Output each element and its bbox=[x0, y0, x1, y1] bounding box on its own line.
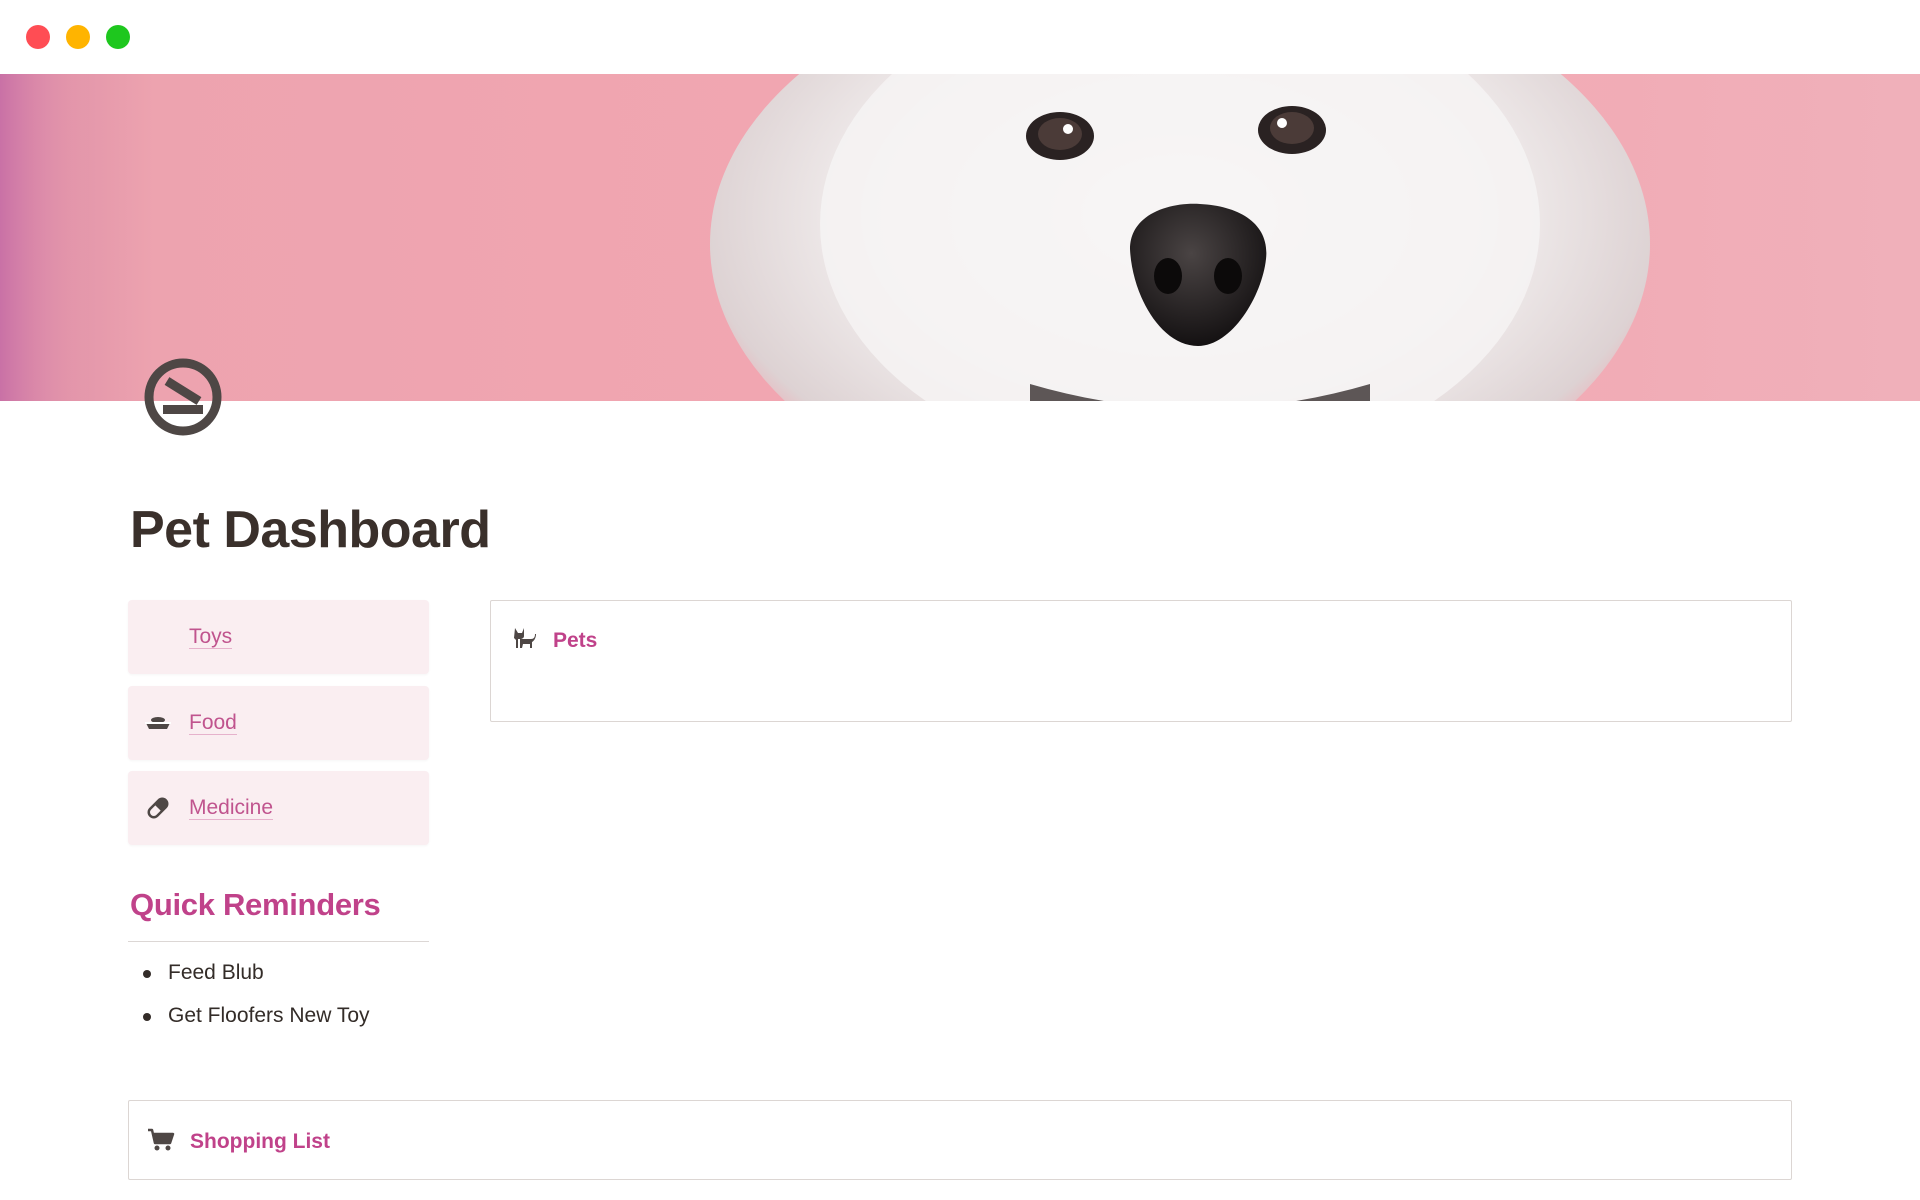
nav-card-medicine[interactable]: Medicine bbox=[128, 771, 429, 845]
pet-bowl-icon bbox=[145, 712, 171, 734]
cart-icon bbox=[147, 1128, 175, 1152]
list-item[interactable]: Feed Blub bbox=[140, 958, 370, 1001]
nav-card-toys[interactable]: Toys bbox=[128, 600, 429, 674]
shopping-list-linked-database[interactable]: Shopping List bbox=[128, 1100, 1792, 1180]
nav-card-food[interactable]: Food bbox=[128, 686, 429, 760]
page-title: Pet Dashboard bbox=[130, 501, 491, 559]
nav-card-label[interactable]: Medicine bbox=[189, 797, 274, 820]
window-maximize-button[interactable] bbox=[106, 25, 130, 49]
pets-database-title[interactable]: Pets bbox=[553, 629, 597, 653]
section-divider bbox=[128, 941, 429, 942]
window-close-button[interactable] bbox=[26, 25, 50, 49]
cat-icon bbox=[511, 625, 537, 651]
pets-linked-database[interactable]: Pets bbox=[490, 600, 1792, 722]
cover-image[interactable] bbox=[0, 74, 1920, 401]
nav-card-label[interactable]: Food bbox=[189, 712, 237, 735]
quick-reminders-heading: Quick Reminders bbox=[130, 887, 381, 922]
nav-card-label[interactable]: Toys bbox=[189, 626, 233, 649]
list-item[interactable]: Get Floofers New Toy bbox=[140, 1001, 370, 1044]
samoyed-dog-illustration bbox=[0, 74, 1650, 401]
shopping-list-database-title[interactable]: Shopping List bbox=[190, 1130, 330, 1154]
window-titlebar bbox=[0, 0, 1920, 74]
reminders-list: Feed Blub Get Floofers New Toy bbox=[140, 958, 370, 1044]
pill-icon bbox=[145, 797, 171, 819]
no-smoking-icon[interactable] bbox=[143, 357, 223, 437]
window-minimize-button[interactable] bbox=[66, 25, 90, 49]
